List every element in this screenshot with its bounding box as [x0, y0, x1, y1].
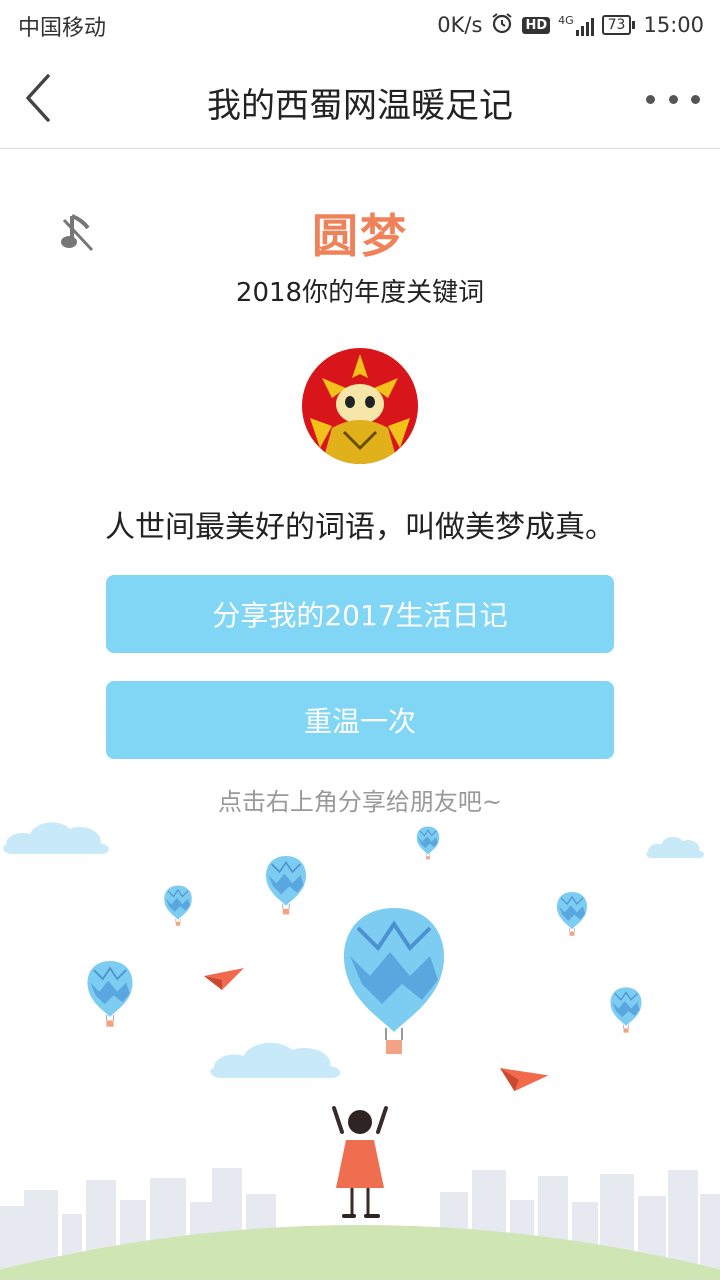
hot-air-balloon [416, 826, 440, 860]
girl-figure [332, 1106, 388, 1218]
battery-level: 73 [601, 15, 632, 35]
hot-air-balloon [86, 960, 134, 1028]
hot-air-balloon [265, 855, 307, 916]
signal-icon: 4G [558, 14, 594, 36]
page-title: 我的西蜀网温暖足记 [207, 86, 513, 126]
hot-air-balloon [609, 986, 643, 1034]
hot-air-balloon [556, 891, 588, 937]
cloud-left [3, 822, 109, 854]
network-type: 4G [558, 14, 574, 27]
annual-keyword: 圆梦 [312, 209, 408, 263]
battery-icon: 73 [601, 15, 636, 35]
status-bar: 中国移动 0K/s HD 4G 73 15:00 [0, 0, 720, 50]
cloud-right [646, 836, 705, 858]
balloon-illustration [0, 810, 720, 1280]
hot-air-balloon [163, 884, 193, 927]
keyword-subtitle: 2018你的年度关键词 [235, 278, 485, 308]
paper-plane [494, 1058, 549, 1101]
hot-air-balloon-large [341, 906, 447, 1056]
alarm-icon [490, 11, 514, 40]
share-diary-button[interactable]: 分享我的2017生活日记 [106, 575, 614, 653]
hd-badge: HD [522, 16, 551, 34]
more-button[interactable] [646, 84, 700, 114]
replay-button[interactable]: 重温一次 [106, 681, 614, 759]
clock: 15:00 [643, 13, 704, 37]
net-speed: 0K/s [437, 13, 483, 37]
paper-plane [204, 968, 244, 990]
more-dots-icon [646, 94, 655, 104]
carrier-label: 中国移动 [18, 16, 107, 41]
nav-bar: 我的西蜀网温暖足记 [0, 50, 720, 149]
avatar [302, 348, 418, 464]
status-indicators: 0K/s HD 4G 73 15:00 [437, 8, 704, 42]
cloud-center [210, 1042, 341, 1078]
keyword-quote: 人世间最美好的词语，叫做美梦成真。 [105, 510, 615, 545]
